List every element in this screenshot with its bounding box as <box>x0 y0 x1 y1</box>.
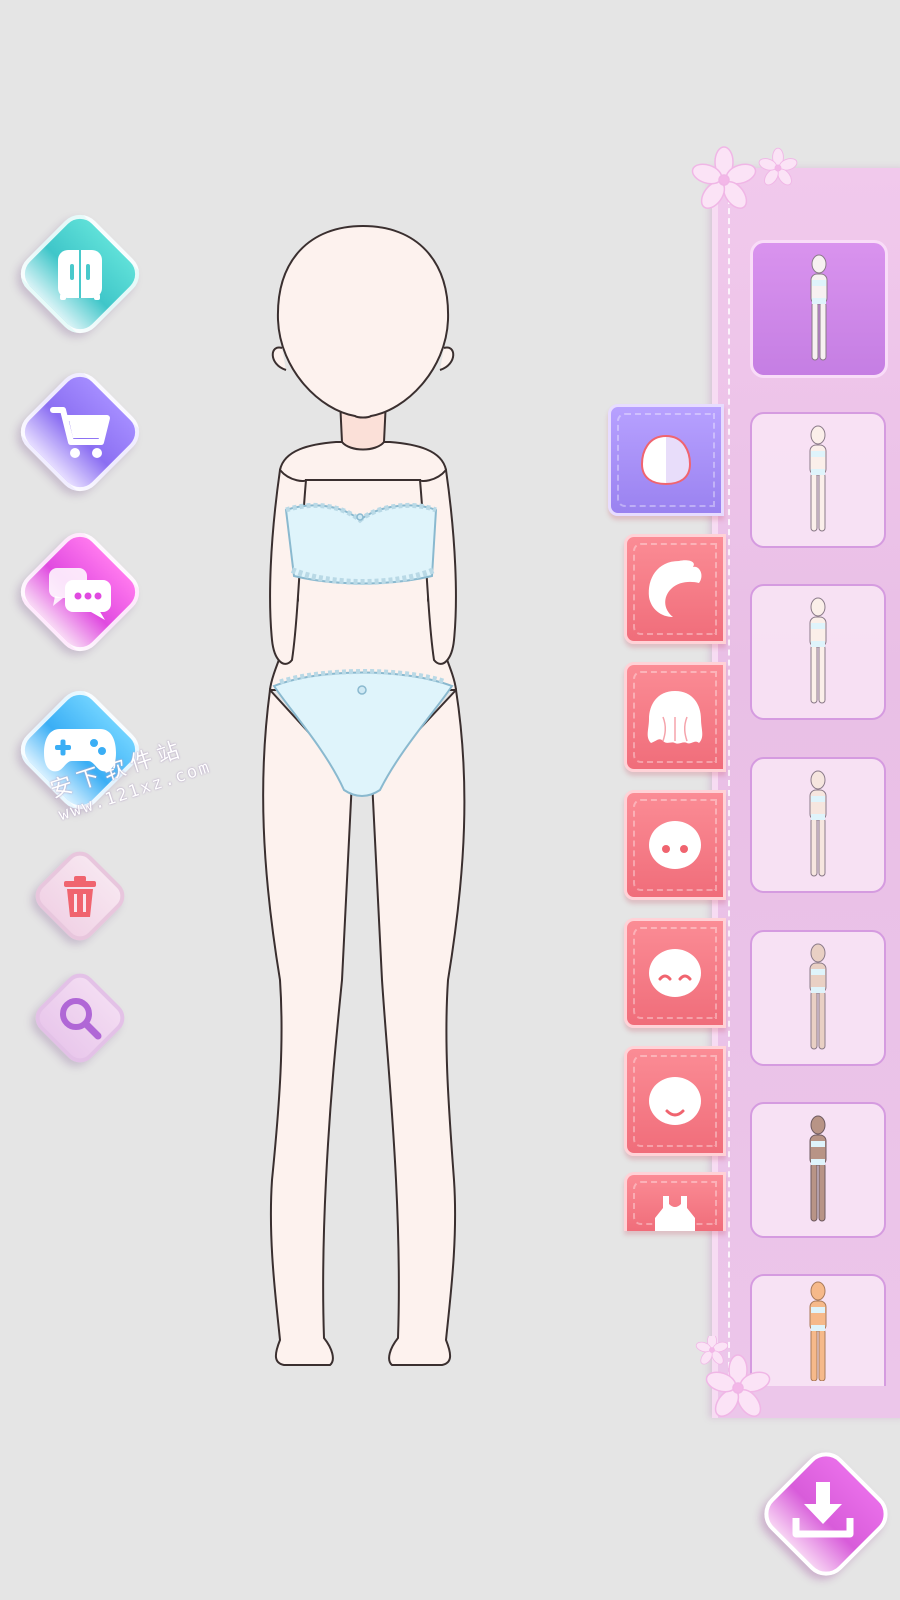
trash-icon <box>64 876 96 917</box>
body-preset-1[interactable] <box>750 240 888 378</box>
body-preset-2[interactable] <box>750 412 886 548</box>
body-thumbnail <box>810 254 828 361</box>
body-preset-4[interactable] <box>750 757 886 893</box>
body-thumbnail <box>809 1281 827 1381</box>
closet-button[interactable] <box>12 206 148 342</box>
tab-expression[interactable] <box>624 918 726 1028</box>
tab-skin-tone[interactable] <box>608 404 724 516</box>
tab-mouth[interactable] <box>624 1046 726 1156</box>
body-thumbnail <box>809 425 827 532</box>
download-button[interactable] <box>755 1443 897 1585</box>
gamepad-icon <box>44 729 116 772</box>
character-figure <box>262 224 466 1366</box>
tab-hair-front[interactable] <box>624 534 726 644</box>
wardrobe-icon <box>58 250 102 300</box>
body-thumbnail <box>809 943 827 1050</box>
chat-button[interactable] <box>12 524 148 660</box>
tab-eyes[interactable] <box>624 790 726 900</box>
body-preset-5[interactable] <box>750 930 886 1066</box>
cherry-blossom-icon <box>695 1336 771 1417</box>
tab-top[interactable] <box>624 1172 726 1231</box>
tab-hair-back[interactable] <box>624 662 726 772</box>
body-thumbnail <box>809 1115 827 1222</box>
body-preset-6[interactable] <box>750 1102 886 1238</box>
magnifier-icon <box>60 998 102 1040</box>
zoom-button[interactable] <box>29 967 131 1069</box>
delete-button[interactable] <box>29 845 131 947</box>
body-thumbnail <box>809 597 827 704</box>
cart-icon <box>50 407 110 458</box>
body-thumbnail <box>809 770 827 877</box>
download-icon <box>792 1482 854 1538</box>
shop-button[interactable] <box>12 364 148 500</box>
cherry-blossom-icon <box>691 146 798 209</box>
body-preset-3[interactable] <box>750 584 886 720</box>
chat-bubbles-icon <box>49 568 111 620</box>
